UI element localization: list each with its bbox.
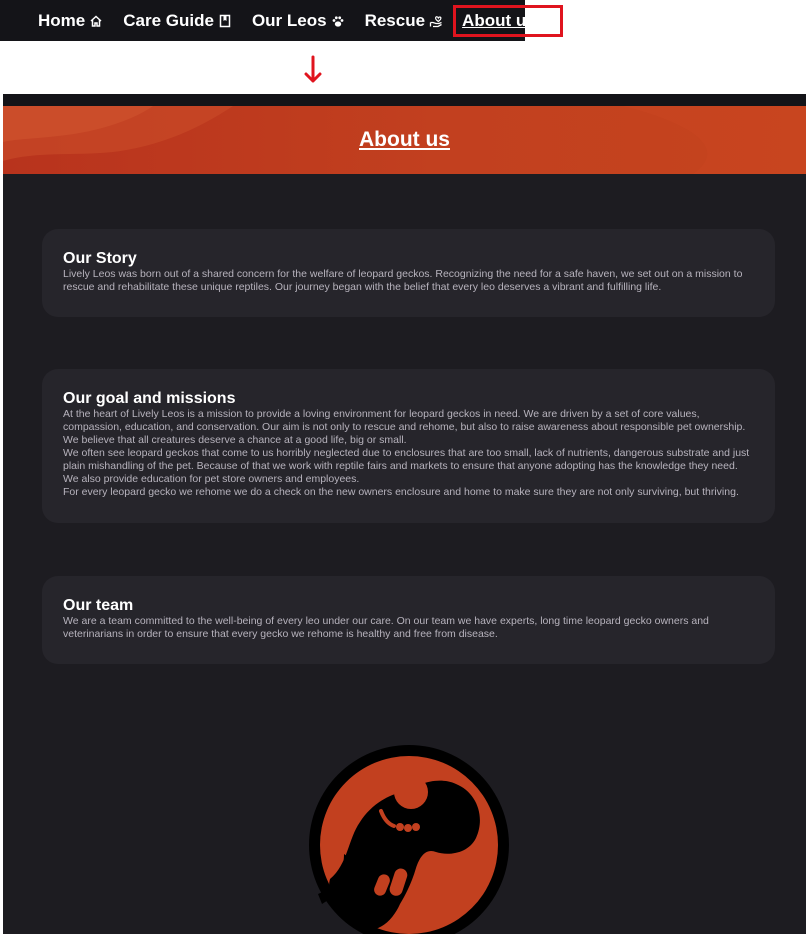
- nav-rescue[interactable]: Rescue: [365, 11, 443, 31]
- nav-about-us-label: About us: [462, 10, 536, 30]
- nav-our-leos[interactable]: Our Leos: [252, 11, 345, 31]
- page-top-bar: [3, 94, 806, 106]
- paw-icon: [331, 14, 345, 28]
- mission-text-3: For every leopard gecko we rehome we do …: [63, 486, 739, 498]
- page-banner: About us: [3, 106, 806, 174]
- story-heading: Our Story: [63, 250, 137, 267]
- info-icon: [540, 14, 554, 28]
- nav-care-guide[interactable]: Care Guide: [123, 11, 232, 31]
- mission-text-2: We often see leopard geckos that come to…: [63, 447, 750, 485]
- book-icon: [218, 14, 232, 28]
- mission-heading: Our goal and missions: [63, 390, 236, 407]
- lively-leos-logo: [309, 745, 509, 934]
- arrow-down-icon: [304, 55, 322, 83]
- team-heading: Our team: [63, 597, 134, 614]
- hand-heart-icon: [429, 14, 443, 28]
- page-title: About us: [359, 128, 450, 151]
- nav-about-us[interactable]: About us: [453, 4, 563, 37]
- story-text: Lively Leos was born out of a shared con…: [63, 268, 743, 293]
- nav-our-leos-label: Our Leos: [251, 10, 327, 30]
- story-card: Our Story Lively Leos was born out of a …: [42, 229, 775, 317]
- nav-home-label: Home: [38, 10, 86, 30]
- team-text: We are a team committed to the well-bein…: [63, 615, 709, 640]
- nav-rescue-label: Rescue: [364, 10, 426, 30]
- team-card: Our team We are a team committed to the …: [42, 576, 775, 664]
- nav-care-guide-label: Care Guide: [123, 10, 214, 30]
- about-page: About us Our Story Lively Leos was born …: [3, 94, 806, 934]
- home-icon: [89, 14, 103, 28]
- mission-text-1: At the heart of Lively Leos is a mission…: [63, 408, 746, 446]
- mission-card: Our goal and missions At the heart of Li…: [42, 369, 775, 523]
- top-nav: Home Care Guide Our Leos Rescue About us: [0, 0, 563, 41]
- nav-home[interactable]: Home: [38, 11, 103, 31]
